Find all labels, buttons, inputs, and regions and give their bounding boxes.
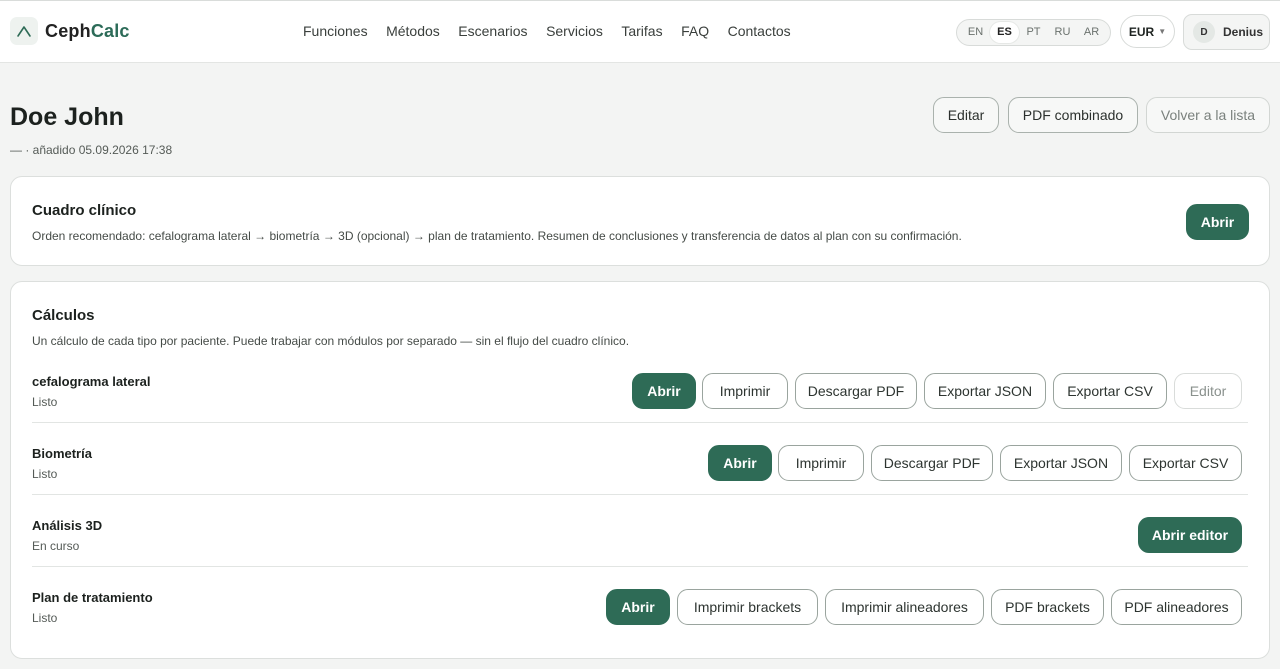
- row-status-analisis-3d: En curso: [32, 539, 80, 553]
- calculations-description: Un cálculo de cada tipo por paciente. Pu…: [32, 334, 630, 348]
- combined-pdf-button[interactable]: PDF combinado: [1008, 97, 1138, 133]
- nav-faq[interactable]: FAQ: [681, 23, 709, 39]
- calculations-card: Cálculos Un cálculo de cada tipo por pac…: [10, 281, 1270, 659]
- row-status-biometria: Listo: [32, 467, 58, 481]
- cefalograma-open-button[interactable]: Abrir: [632, 373, 696, 409]
- biometria-print-button[interactable]: Imprimir: [778, 445, 864, 481]
- chevron-down-icon: ▼: [1158, 27, 1167, 36]
- row-title-plan: Plan de tratamiento: [32, 590, 153, 605]
- cefalograma-download-pdf-button[interactable]: Descargar PDF: [795, 373, 917, 409]
- patient-subtitle: — · añadido 05.09.2026 17:38: [10, 143, 173, 157]
- row-status-plan: Listo: [32, 611, 58, 625]
- lang-pt[interactable]: PT: [1019, 22, 1048, 43]
- main-nav: Funciones Métodos Escenarios Servicios T…: [303, 23, 809, 39]
- clinical-open-button[interactable]: Abrir: [1186, 204, 1249, 240]
- chevron-up-icon: [10, 17, 38, 45]
- edit-button[interactable]: Editar: [933, 97, 999, 133]
- nav-metodos[interactable]: Métodos: [386, 23, 440, 39]
- clinical-title: Cuadro clínico: [32, 202, 137, 219]
- brand-name: CephCalc: [45, 20, 130, 41]
- back-to-list-button[interactable]: Volver a la lista: [1146, 97, 1270, 133]
- biometria-export-json-button[interactable]: Exportar JSON: [1000, 445, 1122, 481]
- lang-en[interactable]: EN: [961, 22, 990, 43]
- avatar: D: [1193, 21, 1215, 43]
- row-title-cefalograma: cefalograma lateral: [32, 374, 151, 389]
- nav-servicios[interactable]: Servicios: [546, 23, 603, 39]
- nav-escenarios[interactable]: Escenarios: [458, 23, 527, 39]
- cefalograma-export-csv-button[interactable]: Exportar CSV: [1053, 373, 1167, 409]
- row-status-cefalograma: Listo: [32, 395, 58, 409]
- brand-logo[interactable]: CephCalc: [10, 17, 130, 45]
- user-name: Denius: [1223, 25, 1264, 39]
- row-title-analisis-3d: Análisis 3D: [32, 518, 103, 533]
- row-divider: [32, 422, 1248, 423]
- plan-pdf-brackets-button[interactable]: PDF brackets: [991, 589, 1104, 625]
- lang-ar[interactable]: AR: [1077, 22, 1106, 43]
- biometria-export-csv-button[interactable]: Exportar CSV: [1129, 445, 1242, 481]
- cefalograma-editor-button[interactable]: Editor: [1174, 373, 1242, 409]
- cefalograma-print-button[interactable]: Imprimir: [702, 373, 788, 409]
- analisis-3d-open-editor-button[interactable]: Abrir editor: [1138, 517, 1242, 553]
- currency-select[interactable]: EUR ▼: [1120, 15, 1175, 48]
- lang-ru[interactable]: RU: [1048, 22, 1077, 43]
- cefalograma-export-json-button[interactable]: Exportar JSON: [924, 373, 1046, 409]
- plan-print-aligners-button[interactable]: Imprimir alineadores: [825, 589, 984, 625]
- row-title-biometria: Biometría: [32, 446, 92, 461]
- page-title: Doe John: [10, 103, 124, 131]
- nav-funciones[interactable]: Funciones: [303, 23, 368, 39]
- row-divider: [32, 566, 1248, 567]
- user-menu[interactable]: D Denius: [1183, 14, 1270, 50]
- row-divider: [32, 494, 1248, 495]
- calculations-title: Cálculos: [32, 307, 95, 324]
- nav-tarifas[interactable]: Tarifas: [621, 23, 662, 39]
- clinical-card: Cuadro clínico Orden recomendado: cefalo…: [10, 176, 1270, 266]
- language-switcher: EN ES PT RU AR: [956, 19, 1111, 46]
- plan-print-brackets-button[interactable]: Imprimir brackets: [677, 589, 818, 625]
- currency-value: EUR: [1128, 24, 1155, 39]
- lang-es[interactable]: ES: [990, 22, 1019, 43]
- biometria-download-pdf-button[interactable]: Descargar PDF: [871, 445, 993, 481]
- plan-pdf-aligners-button[interactable]: PDF alineadores: [1111, 589, 1242, 625]
- biometria-open-button[interactable]: Abrir: [708, 445, 772, 481]
- plan-open-button[interactable]: Abrir: [606, 589, 670, 625]
- top-bar: CephCalc Funciones Métodos Escenarios Se…: [0, 0, 1280, 63]
- clinical-description: Orden recomendado: cefalograma lateral →…: [32, 229, 962, 243]
- nav-contactos[interactable]: Contactos: [728, 23, 791, 39]
